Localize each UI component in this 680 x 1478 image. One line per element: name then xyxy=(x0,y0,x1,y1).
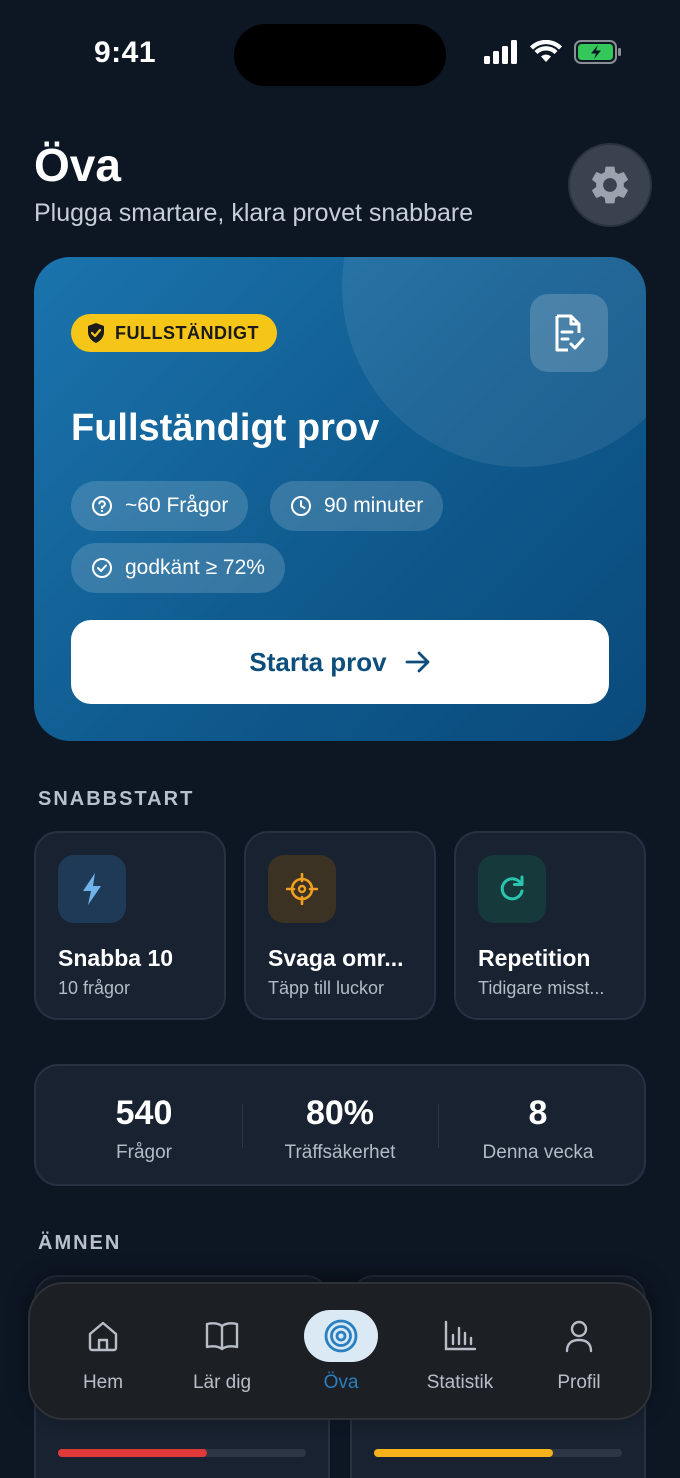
stat-value: 8 xyxy=(528,1094,548,1132)
document-icon xyxy=(555,314,585,352)
status-icons xyxy=(484,40,622,64)
chart-svg xyxy=(444,1320,477,1351)
hero-title: Fullständigt prov xyxy=(71,407,380,449)
tab-home[interactable]: Hem xyxy=(43,1284,163,1418)
book-icon xyxy=(185,1310,259,1362)
quick-card-title: Snabba 10 xyxy=(58,945,174,971)
tab-profile[interactable]: Profil xyxy=(519,1284,639,1418)
start-exam-button[interactable]: Starta prov xyxy=(71,620,609,704)
settings-button[interactable] xyxy=(568,143,652,227)
tab-label: Öva xyxy=(323,1372,359,1393)
topics-label: ÄMNEN xyxy=(38,1232,122,1254)
status-bar: 9:41 xyxy=(0,0,680,110)
tab-label: Lär dig xyxy=(192,1372,252,1393)
topic-progress-fill xyxy=(374,1449,553,1457)
document-check-icon xyxy=(530,294,608,372)
stats-summary: 540 Frågor 80% Träffsäkerhet 8 Denna vec… xyxy=(34,1064,646,1186)
weak-areas-card[interactable]: Svaga omr... Täpp till luckor xyxy=(244,831,436,1020)
repetition-card[interactable]: Repetition Tidigare misst... xyxy=(454,831,646,1020)
stat-value: 80% xyxy=(305,1094,375,1132)
stat-questions: 540 Frågor xyxy=(46,1066,242,1184)
shield-check-icon xyxy=(88,323,104,343)
tab-learn[interactable]: Lär dig xyxy=(162,1284,282,1418)
bolt-svg xyxy=(83,873,101,905)
pass-threshold-chip: godkänt ≥ 72% xyxy=(71,543,285,593)
check-circle-icon xyxy=(92,558,112,578)
quick-card-subtitle: Täpp till luckor xyxy=(268,978,385,998)
quick-card-title: Repetition xyxy=(478,945,591,971)
quick-card-subtitle: 10 frågor xyxy=(58,978,131,998)
tab-label: Hem xyxy=(82,1372,124,1393)
topic-progress-track xyxy=(374,1449,622,1457)
crosshair-icon xyxy=(268,855,336,923)
page-title: Öva xyxy=(34,139,121,191)
status-badge: FULLSTÄNDIGT xyxy=(71,314,277,352)
stat-value: 540 xyxy=(115,1094,173,1132)
stat-label: Frågor xyxy=(116,1142,172,1163)
tab-statistics[interactable]: Statistik xyxy=(400,1284,520,1418)
stat-label: Denna vecka xyxy=(482,1142,594,1163)
topic-progress-track xyxy=(58,1449,306,1457)
page-subtitle: Plugga smartare, klara provet snabbare xyxy=(34,199,474,227)
crosshair-svg xyxy=(286,873,318,905)
wifi-icon xyxy=(530,40,562,62)
person-svg xyxy=(565,1320,593,1353)
pass-chip-label: godkänt ≥ 72% xyxy=(125,556,265,579)
question-circle-icon xyxy=(92,496,112,516)
stat-this-week: 8 Denna vecka xyxy=(440,1066,636,1184)
home-svg xyxy=(88,1321,118,1352)
status-time: 9:41 xyxy=(94,36,157,69)
person-icon xyxy=(542,1310,616,1362)
tab-label: Profil xyxy=(557,1372,601,1393)
tab-practice[interactable]: Öva xyxy=(281,1284,401,1418)
stat-label: Träffsäkerhet xyxy=(284,1142,396,1163)
home-icon xyxy=(66,1310,140,1362)
start-exam-label: Starta prov xyxy=(249,646,387,677)
quickstart-label: SNABBSTART xyxy=(38,788,195,810)
quick-card-title: Svaga omr... xyxy=(268,945,404,971)
battery-icon xyxy=(574,40,621,64)
questions-chip-label: ~60 Frågor xyxy=(125,494,229,517)
duration-chip-label: 90 minuter xyxy=(324,494,424,517)
full-exam-card[interactable]: FULLSTÄNDIGT Fullständigt prov ~60 Frågo… xyxy=(34,257,646,741)
chart-icon xyxy=(423,1310,497,1362)
quick-card-subtitle: Tidigare misst... xyxy=(478,978,605,998)
clock-icon xyxy=(291,496,311,516)
dynamic-island xyxy=(234,24,446,86)
lightning-icon xyxy=(58,855,126,923)
refresh-icon xyxy=(478,855,546,923)
target-icon xyxy=(304,1310,378,1362)
target-svg xyxy=(324,1319,358,1353)
duration-chip: 90 minuter xyxy=(270,481,444,531)
tab-bar: Hem Lär dig Öva Statistik Profil xyxy=(28,1282,652,1420)
signal-icon xyxy=(484,40,517,64)
book-svg xyxy=(205,1322,239,1351)
stat-divider xyxy=(438,1104,439,1148)
gear-icon xyxy=(592,166,628,204)
tab-label: Statistik xyxy=(426,1372,494,1393)
arrow-right-icon xyxy=(405,651,430,673)
refresh-svg xyxy=(500,875,524,901)
topic-progress-fill xyxy=(58,1449,207,1457)
stat-accuracy: 80% Träffsäkerhet xyxy=(242,1066,438,1184)
badge-label: FULLSTÄNDIGT xyxy=(115,322,259,343)
questions-chip: ~60 Frågor xyxy=(71,481,249,531)
quick-ten-card[interactable]: Snabba 10 10 frågor xyxy=(34,831,226,1020)
